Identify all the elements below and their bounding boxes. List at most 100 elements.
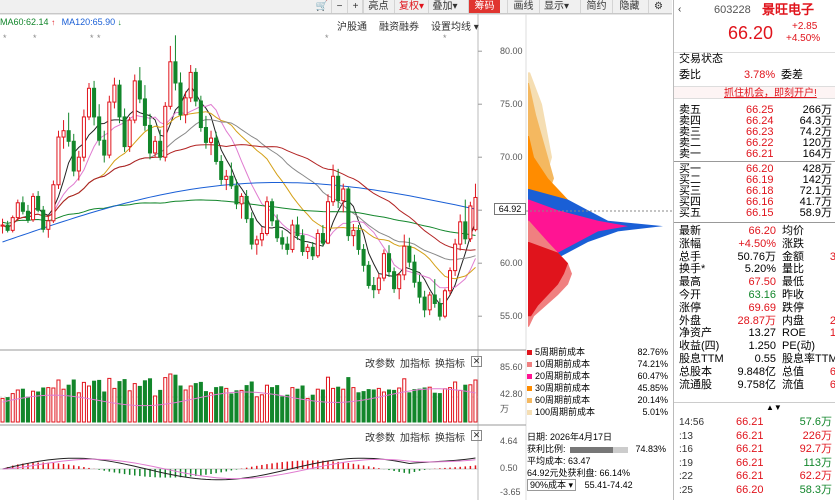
profit-ratio-row: 获利比例: 74.83% — [527, 444, 672, 455]
display-button[interactable]: 显示▾ — [539, 0, 573, 13]
candle-body — [112, 84, 117, 103]
vol-add-indicator-button[interactable]: 加指标 — [400, 355, 430, 370]
candle-body — [81, 116, 86, 158]
volume-bar — [458, 389, 463, 423]
minus-icon[interactable]: − — [331, 0, 347, 13]
draw-line-button[interactable]: 画线 — [507, 0, 539, 13]
vol-params-button[interactable]: 改参数 — [365, 355, 395, 370]
candle-body — [346, 188, 351, 237]
margin-menu[interactable]: 融资融券 — [379, 18, 419, 33]
back-arrow-icon[interactable]: ‹ — [678, 3, 681, 17]
cost-legend-swatch — [527, 410, 532, 416]
vol-close-icon[interactable]: ✕ — [471, 356, 482, 367]
volume-bar — [173, 374, 178, 423]
candle-body — [168, 61, 173, 107]
candle-body — [259, 233, 264, 241]
hide-button[interactable]: 隐藏 — [612, 0, 646, 13]
candle-body — [163, 105, 168, 158]
plus-icon[interactable]: + — [347, 0, 363, 13]
candle-body — [310, 246, 315, 257]
adjust-button[interactable]: 复权▾ — [394, 0, 428, 13]
volume-bar — [412, 389, 417, 423]
cost-legend-label: 30周期前成本 — [535, 383, 591, 393]
tick-row: :22 66.21 62.2万 — [674, 471, 835, 483]
volume-axis-label: 42.80 — [500, 389, 523, 399]
volume-bar — [153, 395, 158, 423]
candle-body — [356, 229, 361, 250]
price-change: +2.85 — [792, 21, 818, 32]
volume-bar — [376, 387, 381, 423]
price-axis-label: 60.00 — [500, 258, 523, 268]
highlight-button[interactable]: 亮点 — [362, 0, 394, 13]
candle-body — [331, 175, 336, 203]
stat-label: 外盘 — [679, 314, 701, 327]
bid-row[interactable]: 买五 66.15 58.9万 — [674, 208, 835, 219]
cost-range-select-label: 90%成本 — [530, 480, 567, 490]
candle-body — [127, 119, 132, 148]
ask-row[interactable]: 卖一 66.21 164万 — [674, 149, 835, 160]
cost-range-select[interactable]: 90%成本 ▾ — [527, 479, 577, 491]
price-axis-label: 80.00 — [500, 46, 523, 56]
tick-time: :13 — [679, 430, 693, 442]
collapse-icon[interactable]: ▲▼ — [766, 402, 782, 413]
tick-price: 66.21 — [736, 456, 764, 469]
overlay-button[interactable]: 叠加▾ — [428, 0, 461, 13]
stat-label-2: 跌停 — [782, 301, 804, 314]
cost-legend-row: 20周期前成本 60.47% — [527, 371, 672, 382]
candle-body — [71, 140, 76, 172]
tick-price: 66.21 — [736, 443, 764, 456]
hide-label: 隐藏 — [619, 1, 640, 12]
volume-bar — [71, 379, 76, 423]
fullscreen-icon[interactable]: ⚙ — [648, 0, 668, 13]
stat-value: 1.250 — [748, 340, 776, 353]
candle-body — [371, 284, 376, 291]
volume-bar — [442, 388, 447, 423]
candle-body — [249, 218, 254, 245]
volume-bar — [366, 389, 371, 423]
volume-bar — [102, 391, 107, 423]
stat-label: 最高 — [679, 276, 701, 289]
event-star-icon: * — [33, 33, 37, 43]
ind-add-indicator-button[interactable]: 加指标 — [400, 429, 430, 444]
volume-bar — [20, 388, 25, 423]
ind-params-button[interactable]: 改参数 — [365, 429, 395, 444]
stat-row: 总股本 9.848亿 总值 6 — [674, 365, 835, 378]
stat-value-2: 6 — [829, 365, 835, 378]
hgt-menu[interactable]: 沪股通 — [337, 18, 367, 33]
stat-label: 净资产 — [679, 327, 712, 340]
ind-switch-indicator-button[interactable]: 换指标 — [435, 429, 465, 444]
event-star-icon: * — [3, 33, 7, 43]
volume-bar — [244, 385, 249, 423]
ind-close-icon[interactable]: ✕ — [471, 430, 482, 441]
stat-label: 总股本 — [679, 365, 712, 378]
stat-value: 69.69 — [748, 301, 776, 314]
tick-volume: 113万 — [803, 456, 832, 469]
candle-body — [285, 243, 290, 250]
volume-bar — [86, 385, 92, 423]
candle-body — [473, 196, 478, 231]
tick-price: 66.21 — [736, 429, 764, 442]
vol-switch-indicator-button[interactable]: 换指标 — [435, 355, 465, 370]
ma-setting-menu[interactable]: 设置均线 ▾ — [431, 18, 479, 33]
stat-value: 9.758亿 — [737, 378, 776, 391]
simple-button[interactable]: 简约 — [580, 0, 612, 13]
promo-banner[interactable]: 抓住机会，即刻开户! — [674, 86, 835, 99]
volume-bar — [193, 383, 198, 423]
stat-label: 总手 — [679, 250, 701, 263]
tick-row: :16 66.21 92.7万 — [674, 443, 835, 456]
chips-button[interactable]: 筹码 — [468, 0, 500, 13]
stat-label: 涨幅 — [679, 237, 701, 250]
volume-bar — [214, 387, 219, 423]
cost-range-value: 55.41-74.42 — [584, 480, 633, 490]
promo-text[interactable]: 抓住机会，即刻开户! — [724, 87, 817, 100]
volume-bar — [25, 396, 30, 423]
cart-icon[interactable]: 🛒 — [313, 0, 331, 13]
volume-bar — [264, 384, 269, 423]
tick-time: :22 — [679, 471, 693, 483]
adjust-label: 复权 — [398, 1, 419, 12]
volume-bar — [122, 379, 127, 423]
candle-body — [214, 137, 219, 162]
cost-legend-row: 60周期前成本 20.14% — [527, 395, 672, 406]
candle-body — [422, 296, 427, 311]
collapse-toggle[interactable]: ▲▼ — [674, 402, 835, 412]
